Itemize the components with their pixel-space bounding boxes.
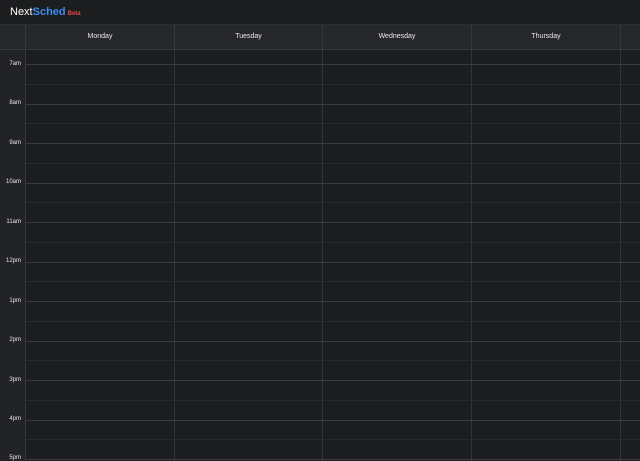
hour-line [26, 262, 640, 263]
app-logo[interactable]: NextSched Beta [10, 5, 81, 21]
hour-line [26, 64, 640, 65]
day-header-monday[interactable]: Monday [26, 25, 175, 49]
day-header-tuesday[interactable]: Tuesday [175, 25, 323, 49]
hour-label: 7am [9, 61, 21, 67]
half-hour-line [26, 242, 640, 243]
day-header-wednesday[interactable]: Wednesday [323, 25, 472, 49]
hour-line [26, 104, 640, 105]
half-hour-line [26, 400, 640, 401]
header-corner [0, 25, 26, 49]
beta-badge: Beta [67, 11, 81, 17]
half-hour-line [26, 321, 640, 322]
calendar-grid: 7am 8am 9am 10am 11am 12pm 1pm 2pm 3pm 4… [0, 50, 640, 461]
half-hour-line [26, 439, 640, 440]
hour-label: 12pm [5, 258, 21, 264]
hour-label: 11am [6, 219, 21, 225]
hour-line [26, 183, 640, 184]
hour-label: 9am [9, 140, 21, 146]
half-hour-line [26, 163, 640, 164]
half-hour-line [26, 123, 640, 124]
half-hour-line [26, 281, 640, 282]
day-header-friday-partial[interactable] [621, 25, 640, 49]
hour-label: 1pm [9, 298, 21, 304]
day-header-row: Monday Tuesday Wednesday Thursday [0, 25, 640, 50]
time-gutter: 7am 8am 9am 10am 11am 12pm 1pm 2pm 3pm 4… [0, 50, 26, 461]
hour-line [26, 420, 640, 421]
hour-line [26, 143, 640, 144]
half-hour-line [26, 360, 640, 361]
hour-label: 5pm [9, 455, 21, 461]
app-name-first: Next [10, 6, 33, 18]
top-bar: NextSched Beta [0, 0, 640, 25]
half-hour-line [26, 202, 640, 203]
hour-line [26, 341, 640, 342]
hour-label: 2pm [9, 337, 21, 343]
hour-line [26, 222, 640, 223]
app-name-second: Sched [32, 6, 66, 18]
half-hour-line [26, 84, 640, 85]
hour-label: 8am [9, 100, 21, 106]
hour-label: 10am [5, 179, 21, 185]
hour-line [26, 301, 640, 302]
hour-line [26, 380, 640, 381]
hour-label: 3pm [9, 377, 21, 383]
day-header-thursday[interactable]: Thursday [472, 25, 621, 49]
hour-label: 4pm [9, 416, 21, 422]
hour-line [26, 459, 640, 460]
